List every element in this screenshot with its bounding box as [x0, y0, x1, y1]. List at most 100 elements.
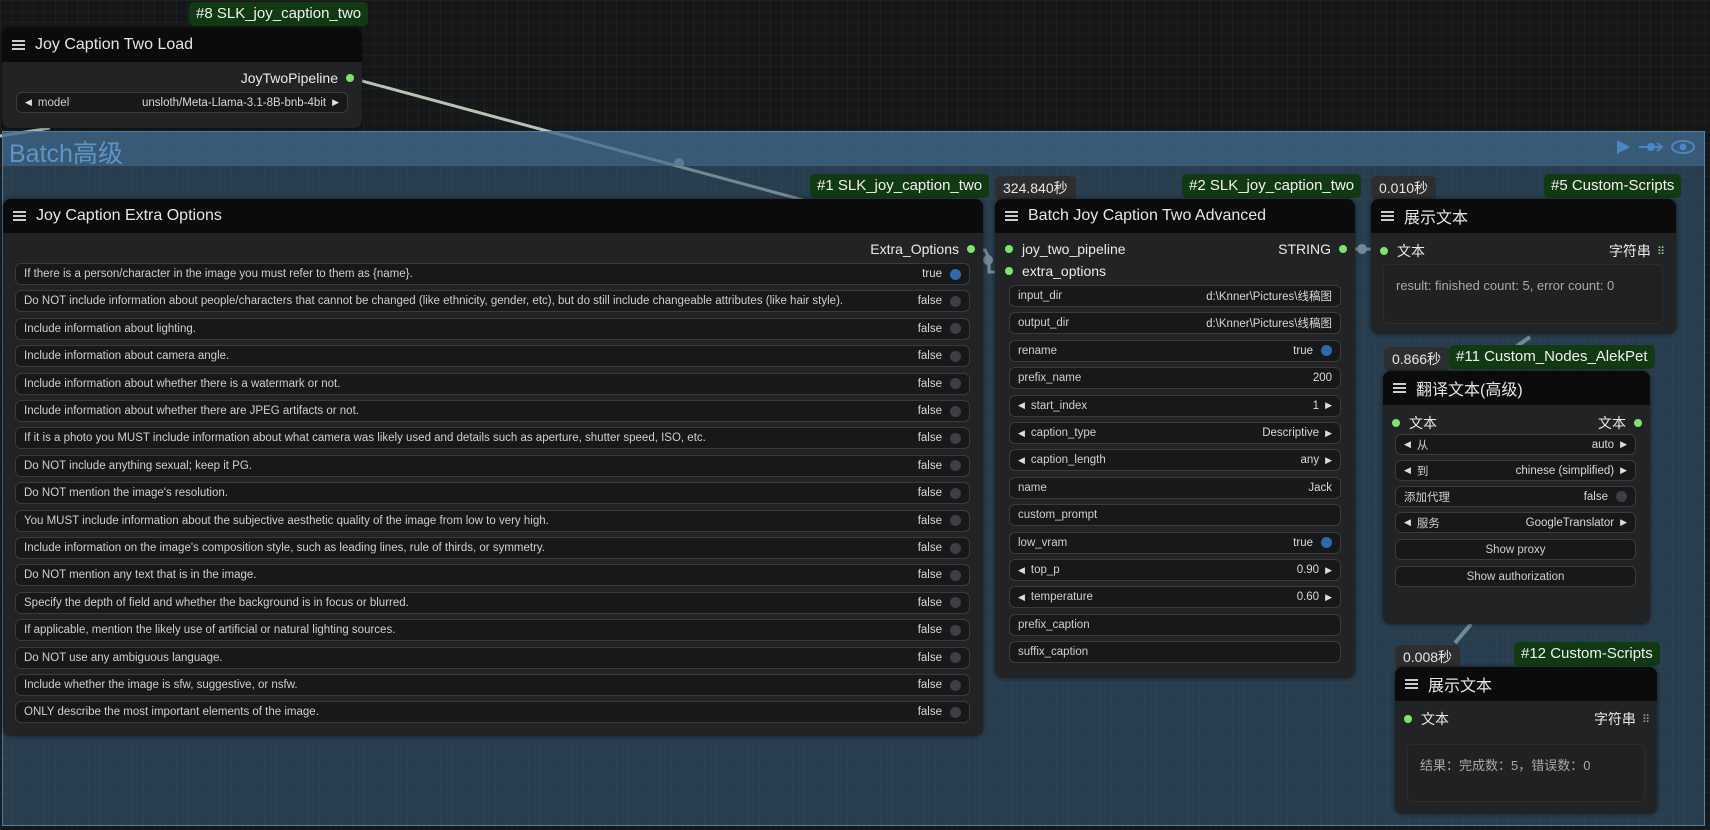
node2-input-pipeline[interactable]: joy_two_pipeline: [1005, 241, 1126, 257]
node12-input-slot[interactable]: 文本: [1404, 709, 1449, 729]
show-authorization-button[interactable]: Show authorization: [1395, 566, 1636, 587]
toggle-icon[interactable]: [950, 460, 961, 472]
input-dot-icon[interactable]: [1380, 247, 1388, 255]
toggle-icon[interactable]: [950, 323, 961, 335]
rename-toggle[interactable]: rename true: [1009, 339, 1341, 362]
top-p-number-input[interactable]: ◀ top_p 0.90 ▶: [1009, 559, 1341, 581]
node5-title-bar[interactable]: 展示文本: [1371, 199, 1676, 233]
toggle-icon[interactable]: [950, 487, 961, 499]
toggle-icon[interactable]: [1321, 537, 1332, 549]
arrow-left-icon[interactable]: ◀: [1404, 465, 1411, 476]
extra-option-toggle[interactable]: Include information on the image's compo…: [15, 537, 970, 559]
grid-icon[interactable]: ⠿: [1642, 713, 1650, 726]
arrow-left-icon[interactable]: ◀: [1018, 565, 1025, 576]
from-language-combo[interactable]: ◀ 从 auto ▶: [1395, 434, 1636, 455]
node8-model-combo[interactable]: ◀ model unsloth/Meta-Llama-3.1-8B-bnb-4b…: [16, 92, 348, 113]
extra-option-toggle[interactable]: Do NOT include anything sexual; keep it …: [15, 454, 970, 477]
arrow-right-icon[interactable]: ▶: [1620, 465, 1627, 476]
low-vram-toggle[interactable]: low_vram true: [1009, 531, 1341, 554]
arrow-left-icon[interactable]: ◀: [1018, 428, 1025, 439]
output-dot-icon[interactable]: [1339, 245, 1347, 253]
node11-output-slot[interactable]: 文本: [1598, 413, 1642, 433]
extra-option-toggle[interactable]: Do NOT mention any text that is in the i…: [15, 564, 970, 587]
toggle-icon[interactable]: [1321, 345, 1332, 357]
menu-icon[interactable]: [13, 209, 26, 223]
node12-output-slot[interactable]: 字符串 ⠿: [1594, 709, 1650, 729]
node12-title-bar[interactable]: 展示文本: [1395, 667, 1657, 701]
output-dot-icon[interactable]: [1634, 419, 1642, 427]
extra-option-toggle[interactable]: Include information about whether there …: [15, 400, 970, 422]
extra-option-toggle[interactable]: Include information about whether there …: [15, 372, 970, 395]
extra-option-toggle[interactable]: Include information about lighting. false: [15, 317, 970, 340]
extra-option-toggle[interactable]: Include whether the image is sfw, sugges…: [15, 674, 970, 696]
arrow-right-icon[interactable]: ▶: [1325, 400, 1332, 411]
arrow-right-icon[interactable]: ▶: [1325, 428, 1332, 439]
node1-title-bar[interactable]: Joy Caption Extra Options: [3, 199, 983, 233]
node5-text-display[interactable]: result: finished count: 5, error count: …: [1383, 264, 1663, 324]
node8-title-bar[interactable]: Joy Caption Two Load: [2, 28, 362, 62]
node-show-text-5[interactable]: 展示文本 文本 字符串 ⠿ result: finished count: 5,…: [1371, 199, 1676, 334]
add-proxy-toggle[interactable]: 添加代理 false: [1395, 486, 1636, 507]
connect-icon[interactable]: [1638, 138, 1664, 156]
node11-input-slot[interactable]: 文本: [1392, 413, 1437, 433]
arrow-left-icon[interactable]: ◀: [1404, 439, 1411, 450]
output-dot-icon[interactable]: [346, 74, 354, 82]
toggle-icon[interactable]: [950, 515, 961, 527]
input-dot-icon[interactable]: [1005, 267, 1013, 275]
menu-icon[interactable]: [1405, 677, 1418, 691]
toggle-icon[interactable]: [950, 652, 961, 664]
extra-option-toggle[interactable]: If applicable, mention the likely use of…: [15, 619, 970, 642]
toggle-icon[interactable]: [950, 597, 961, 609]
input-dir-text-input[interactable]: input_dir d:\Knner\Pictures\线稿图: [1009, 285, 1341, 307]
output-dot-icon[interactable]: [967, 245, 975, 253]
arrow-right-icon[interactable]: ▶: [1325, 592, 1332, 603]
to-language-combo[interactable]: ◀ 到 chinese (simplified) ▶: [1395, 460, 1636, 481]
node8-output-slot[interactable]: JoyTwoPipeline: [241, 70, 354, 86]
extra-option-toggle[interactable]: If it is a photo you MUST include inform…: [15, 427, 970, 450]
extra-option-toggle[interactable]: If there is a person/character in the im…: [15, 263, 970, 285]
arrow-left-icon[interactable]: ◀: [1018, 455, 1025, 466]
extra-option-toggle[interactable]: Do NOT mention the image's resolution. fa…: [15, 482, 970, 505]
toggle-icon[interactable]: [950, 679, 961, 691]
menu-icon[interactable]: [12, 38, 25, 52]
extra-option-toggle[interactable]: Include information about camera angle. f…: [15, 345, 970, 368]
arrow-left-icon[interactable]: ◀: [1404, 517, 1411, 528]
start-index-number-input[interactable]: ◀ start_index 1 ▶: [1009, 394, 1341, 417]
show-proxy-button[interactable]: Show proxy: [1395, 539, 1636, 560]
caption-type-combo[interactable]: ◀ caption_type Descriptive ▶: [1009, 422, 1341, 444]
extra-option-toggle[interactable]: Do NOT include information about people/…: [15, 290, 970, 313]
caption-length-combo[interactable]: ◀ caption_length any ▶: [1009, 449, 1341, 472]
input-dot-icon[interactable]: [1005, 245, 1013, 253]
input-dot-icon[interactable]: [1392, 419, 1400, 427]
node-joy-caption-extra-options[interactable]: Joy Caption Extra Options Extra_Options …: [3, 199, 983, 736]
group-header[interactable]: Batch高级: [3, 132, 1704, 168]
toggle-icon[interactable]: [950, 706, 961, 718]
toggle-icon[interactable]: [950, 350, 961, 362]
toggle-icon[interactable]: [950, 432, 961, 444]
name-text-input[interactable]: name Jack: [1009, 476, 1341, 499]
node-translate-text[interactable]: 翻译文本(高级) 文本 文本 ◀ 从 auto ▶ ◀ 到 chinese (s…: [1383, 371, 1650, 624]
suffix-caption-text-input[interactable]: suffix_caption: [1009, 641, 1341, 664]
arrow-right-icon[interactable]: ▶: [1620, 439, 1627, 450]
toggle-icon[interactable]: [950, 569, 961, 581]
node-joy-caption-load[interactable]: Joy Caption Two Load JoyTwoPipeline ◀ mo…: [2, 28, 362, 128]
menu-icon[interactable]: [1393, 381, 1406, 395]
extra-option-toggle[interactable]: Do NOT use any ambiguous language. false: [15, 646, 970, 669]
node2-output-string[interactable]: STRING: [1278, 241, 1347, 257]
extra-option-toggle[interactable]: You MUST include information about the s…: [15, 509, 970, 532]
arrow-right-icon[interactable]: ▶: [1325, 455, 1332, 466]
node-show-text-12[interactable]: 展示文本 文本 字符串 ⠿ 结果：完成数：5，错误数：0: [1395, 667, 1657, 814]
prefix-name-text-input[interactable]: prefix_name 200: [1009, 367, 1341, 390]
arrow-left-icon[interactable]: ◀: [1018, 400, 1025, 411]
node5-input-slot[interactable]: 文本: [1380, 241, 1425, 261]
node2-title-bar[interactable]: Batch Joy Caption Two Advanced: [995, 199, 1355, 233]
node-batch-joy-caption[interactable]: Batch Joy Caption Two Advanced joy_two_p…: [995, 199, 1355, 678]
arrow-right-icon[interactable]: ▶: [332, 97, 339, 108]
toggle-icon[interactable]: [950, 405, 961, 417]
extra-option-toggle[interactable]: Specify the depth of field and whether t…: [15, 591, 970, 614]
menu-icon[interactable]: [1005, 209, 1018, 223]
arrow-right-icon[interactable]: ▶: [1620, 517, 1627, 528]
arrow-left-icon[interactable]: ◀: [25, 97, 32, 108]
service-combo[interactable]: ◀ 服务 GoogleTranslator ▶: [1395, 512, 1636, 533]
toggle-icon[interactable]: [950, 268, 961, 280]
